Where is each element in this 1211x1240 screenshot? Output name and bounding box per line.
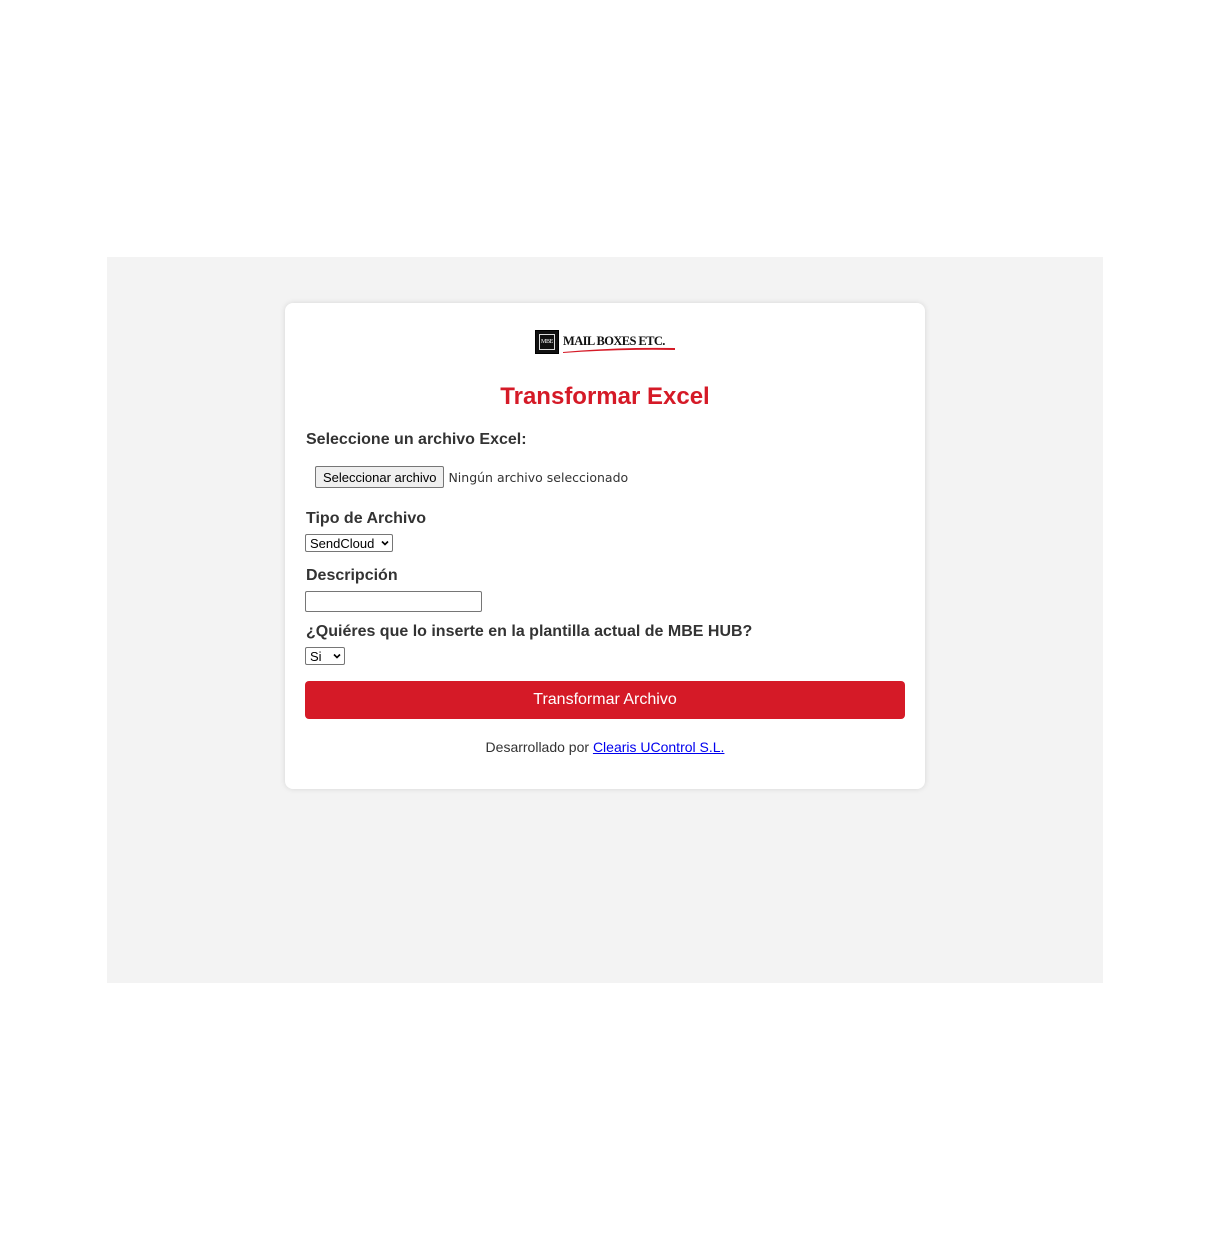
footer-prefix: Desarrollado por [485,739,590,755]
tipo-archivo-select[interactable]: SendCloud [305,534,393,552]
descripcion-label: Descripción [306,567,398,584]
select-file-button[interactable]: Seleccionar archivo [315,466,445,488]
tipo-archivo-selected: SendCloud [310,535,375,551]
company-link[interactable]: Clearis UControl S.L. [593,739,725,755]
descripcion-input[interactable] [305,591,482,612]
chevron-down-icon [333,653,341,659]
mbe-logo-mark-text: MBE [539,334,555,350]
form-card: MBE MAIL BOXES ETC. Transformar Excel Se… [285,303,925,789]
plantilla-selected: Si [310,648,322,664]
file-status-text: Ningún archivo seleccionado [448,469,629,485]
transform-button[interactable]: Transformar Archivo [305,681,905,719]
chevron-down-icon [381,540,389,546]
plantilla-question: ¿Quiéres que lo inserte en la plantilla … [306,623,753,640]
page-title: Transformar Excel [500,383,710,410]
mbe-logo: MBE MAIL BOXES ETC. [535,329,677,355]
tipo-archivo-label: Tipo de Archivo [306,510,427,527]
logo-swoosh-icon [563,347,675,353]
footer-credit: Desarrollado por Clearis UControl S.L. [285,739,925,755]
plantilla-select[interactable]: Si [305,647,345,665]
file-label: Seleccione un archivo Excel: [306,431,527,448]
mbe-logo-mark: MBE [535,330,559,354]
file-input[interactable]: Seleccionar archivo Ningún archivo selec… [315,466,628,488]
